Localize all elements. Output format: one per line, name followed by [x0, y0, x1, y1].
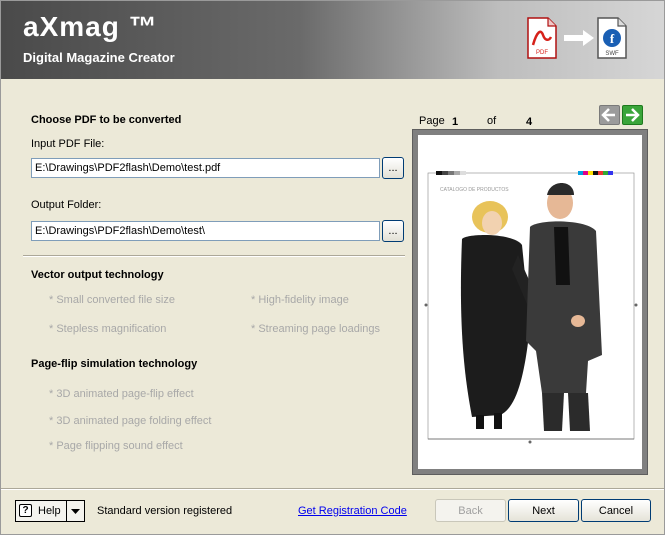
total-pages-number: 4	[526, 116, 533, 128]
previous-page-button[interactable]	[599, 105, 620, 125]
feature-item: * Streaming page loadings	[251, 323, 381, 335]
browse-input-button[interactable]: ...	[382, 157, 404, 179]
output-folder-field[interactable]	[31, 221, 380, 241]
swf-icon-label: SWF	[605, 51, 619, 57]
app-window: aXmag ™ Digital Magazine Creator PDF f S…	[0, 0, 665, 535]
get-registration-code-link[interactable]: Get Registration Code	[298, 505, 407, 517]
swf-file-icon: f SWF	[597, 17, 627, 59]
chevron-down-icon	[71, 509, 80, 514]
feature-item: * 3D animated page-flip effect	[49, 388, 194, 400]
svg-text:f: f	[610, 31, 615, 46]
app-subtitle: Digital Magazine Creator	[23, 50, 175, 65]
input-pdf-label: Input PDF File:	[31, 138, 105, 150]
arrow-right-icon	[626, 108, 640, 122]
brand-text: NUTRIN	[444, 417, 463, 423]
arrow-left-icon	[601, 108, 615, 122]
arrow-right-icon	[564, 30, 594, 46]
help-button[interactable]: ? Help	[15, 500, 85, 522]
preview-page: CATALOGO DE PRODUCTOS NUTRIN	[418, 135, 642, 469]
cancel-button[interactable]: Cancel	[581, 499, 651, 522]
pageflip-tech-title: Page-flip simulation technology	[31, 358, 198, 370]
choose-pdf-title: Choose PDF to be converted	[31, 114, 182, 126]
output-folder-label: Output Folder:	[31, 199, 102, 211]
preview-frame: CATALOGO DE PRODUCTOS NUTRIN	[412, 129, 648, 475]
help-icon: ?	[19, 504, 32, 517]
header-banner: aXmag ™ Digital Magazine Creator PDF f S…	[1, 1, 664, 79]
current-page-number: 1	[452, 116, 459, 128]
registration-status: Standard version registered	[97, 505, 233, 517]
feature-item: * 3D animated page folding effect	[49, 415, 212, 427]
help-label: Help	[38, 505, 61, 517]
next-button[interactable]: Next	[508, 499, 579, 522]
app-title: aXmag ™	[23, 11, 158, 42]
catalog-title: CATALOGO DE PRODUCTOS	[440, 187, 509, 193]
feature-item: * Small converted file size	[49, 294, 175, 306]
next-page-button[interactable]	[622, 105, 643, 125]
help-dropdown-button[interactable]	[66, 501, 84, 521]
pdf-file-icon: PDF	[527, 17, 557, 59]
page-label: Page	[419, 115, 445, 127]
back-button[interactable]: Back	[435, 499, 506, 522]
footer-divider	[1, 488, 664, 490]
page-of-label: of	[487, 115, 497, 127]
input-pdf-field[interactable]	[31, 158, 380, 178]
feature-item: * Page flipping sound effect	[49, 440, 183, 452]
pdf-icon-label: PDF	[536, 50, 548, 56]
section-divider	[23, 255, 405, 257]
vector-tech-title: Vector output technology	[31, 269, 164, 281]
browse-output-button[interactable]: ...	[382, 220, 404, 242]
feature-item: * High-fidelity image	[251, 294, 349, 306]
magazine-page-preview: CATALOGO DE PRODUCTOS NUTRIN	[424, 171, 638, 444]
feature-item: * Stepless magnification	[49, 323, 167, 335]
